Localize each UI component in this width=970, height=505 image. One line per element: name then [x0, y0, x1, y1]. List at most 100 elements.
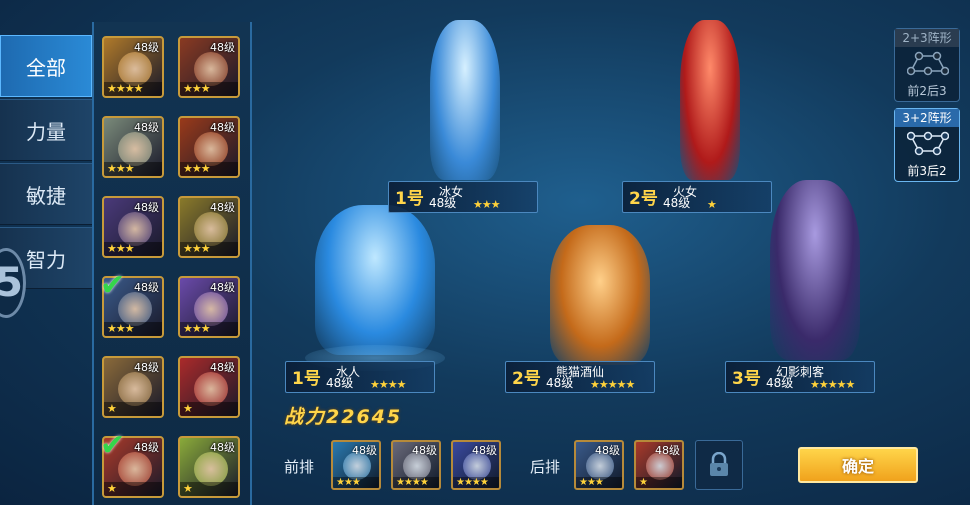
slot-level: 48级 [472, 444, 497, 457]
hero-morphling[interactable] [285, 205, 465, 385]
hero-card-level: 48级 [210, 281, 235, 294]
formation-3-2[interactable]: 3+2阵形 前3后2 [894, 108, 960, 182]
hero-level: 48级 [663, 196, 691, 210]
slot-stars: ★ [636, 477, 682, 488]
hero-plate-morphling: 1号 水人 48级 ★★★★ [285, 361, 435, 393]
slot-number: 2号 [512, 369, 541, 389]
formation-3-2-icon [907, 131, 949, 156]
hero-card-stars: ★ [180, 402, 238, 416]
front-slot[interactable]: 48级 ★★★★ [451, 440, 501, 490]
back-slot[interactable]: 48级 ★ [634, 440, 684, 490]
tab-strength[interactable]: 力量 [0, 99, 92, 161]
hero-card[interactable]: 48级 ★★★ [178, 196, 240, 258]
slot-number: 1号 [395, 189, 424, 209]
hero-stars: ★★★ [473, 198, 501, 211]
formation-title: 3+2阵形 [895, 109, 959, 127]
slot-number: 3号 [732, 369, 761, 389]
hero-card[interactable]: 48级 ★★★ [102, 196, 164, 258]
selected-check-icon: ✔ [100, 428, 126, 463]
hero-card-stars: ★ [104, 482, 162, 496]
hero-card-stars: ★★★ [104, 242, 162, 256]
hero-card-level: 48级 [134, 41, 159, 54]
hero-level: 48级 [546, 376, 574, 390]
hero-portrait [118, 52, 152, 86]
formation-2-3-icon [907, 51, 949, 76]
slot-level: 48级 [412, 444, 437, 457]
lock-icon [710, 452, 728, 476]
hero-figure [770, 180, 860, 360]
front-slot[interactable]: 48级 ★★★★ [391, 440, 441, 490]
hero-card-level: 48级 [134, 441, 159, 454]
hero-card-level: 48级 [134, 121, 159, 134]
hero-portrait [118, 372, 152, 406]
slot-number: 2号 [629, 189, 658, 209]
formation-2-3[interactable]: 2+3阵形 前2后3 [894, 28, 960, 102]
back-slot[interactable]: 48级 ★★★ [574, 440, 624, 490]
hero-card[interactable]: 48级 ★★★★ [102, 36, 164, 98]
hero-card-stars: ★ [180, 482, 238, 496]
hero-card[interactable]: 48级 ★★★ [102, 116, 164, 178]
hero-card[interactable]: 48级 ★ [178, 436, 240, 498]
hero-card-level: 48级 [210, 361, 235, 374]
hero-card-stars: ★ [104, 402, 162, 416]
hero-figure [550, 225, 650, 365]
hero-stars: ★★★★ [370, 378, 406, 391]
hero-card[interactable]: 48级 ★★★ [178, 276, 240, 338]
hero-card-stars: ★★★ [180, 322, 238, 336]
hero-card[interactable]: 48级 ★ [102, 356, 164, 418]
slot-level: 48级 [595, 444, 620, 457]
tab-agility[interactable]: 敏捷 [0, 163, 92, 225]
front-row-label: 前排 [284, 458, 315, 476]
slot-stars: ★★★★ [453, 477, 499, 488]
hero-portrait [194, 452, 228, 486]
hero-card[interactable]: 48级 ★★★ [178, 36, 240, 98]
hero-portrait [118, 212, 152, 246]
hero-stars: ★ [707, 198, 717, 211]
hero-card-stars: ★★★ [104, 162, 162, 176]
slot-level: 48级 [352, 444, 377, 457]
selected-check-icon: ✔ [100, 268, 126, 303]
hero-level: 48级 [766, 376, 794, 390]
hero-plate-brewmaster: 2号 熊猫酒仙 48级 ★★★★★ [505, 361, 655, 393]
hero-card-level: 48级 [134, 201, 159, 214]
combat-power: 战力22645 [284, 406, 403, 428]
hero-card-level: 48级 [134, 361, 159, 374]
hero-portrait [194, 52, 228, 86]
hero-card-stars: ★★★★ [104, 82, 162, 96]
formation-title: 2+3阵形 [895, 29, 959, 47]
hero-card[interactable]: 48级 ★ [178, 356, 240, 418]
hero-card-level: 48级 [134, 281, 159, 294]
hero-card-level: 48级 [210, 41, 235, 54]
hero-figure [315, 205, 435, 355]
hero-stars: ★★★★★ [590, 378, 635, 391]
hero-level: 48级 [429, 196, 457, 210]
hero-card[interactable]: 48级 ★★★ [178, 116, 240, 178]
hero-card-stars: ★★★ [180, 82, 238, 96]
hero-plate-ice-maiden: 1号 冰女 48级 ★★★ [388, 181, 538, 213]
back-row-label: 后排 [530, 458, 561, 476]
hero-stars: ★★★★★ [810, 378, 855, 391]
hero-plate-fire-maiden: 2号 火女 48级 ★ [622, 181, 772, 213]
slot-stars: ★★★ [576, 477, 622, 488]
hero-figure [430, 20, 500, 180]
hero-portrait [194, 372, 228, 406]
formation-subtitle: 前3后2 [907, 164, 947, 178]
locked-slot [695, 440, 743, 490]
slot-number: 1号 [292, 369, 321, 389]
hero-portrait [194, 132, 228, 166]
hero-card-level: 48级 [210, 201, 235, 214]
hero-plate-phantom-assassin: 3号 幻影刺客 48级 ★★★★★ [725, 361, 875, 393]
hero-card-level: 48级 [210, 121, 235, 134]
front-slot[interactable]: 48级 ★★★ [331, 440, 381, 490]
slot-stars: ★★★★ [393, 477, 439, 488]
hero-card-stars: ★★★ [180, 242, 238, 256]
formation-subtitle: 前2后3 [907, 84, 947, 98]
hero-portrait [194, 212, 228, 246]
hero-card-stars: ★★★ [180, 162, 238, 176]
hero-card-stars: ★★★ [104, 322, 162, 336]
tab-all[interactable]: 全部 [0, 35, 92, 97]
hero-portrait [194, 292, 228, 326]
slot-level: 48级 [655, 444, 680, 457]
confirm-button[interactable]: 确定 [798, 447, 918, 483]
hero-portrait [118, 132, 152, 166]
